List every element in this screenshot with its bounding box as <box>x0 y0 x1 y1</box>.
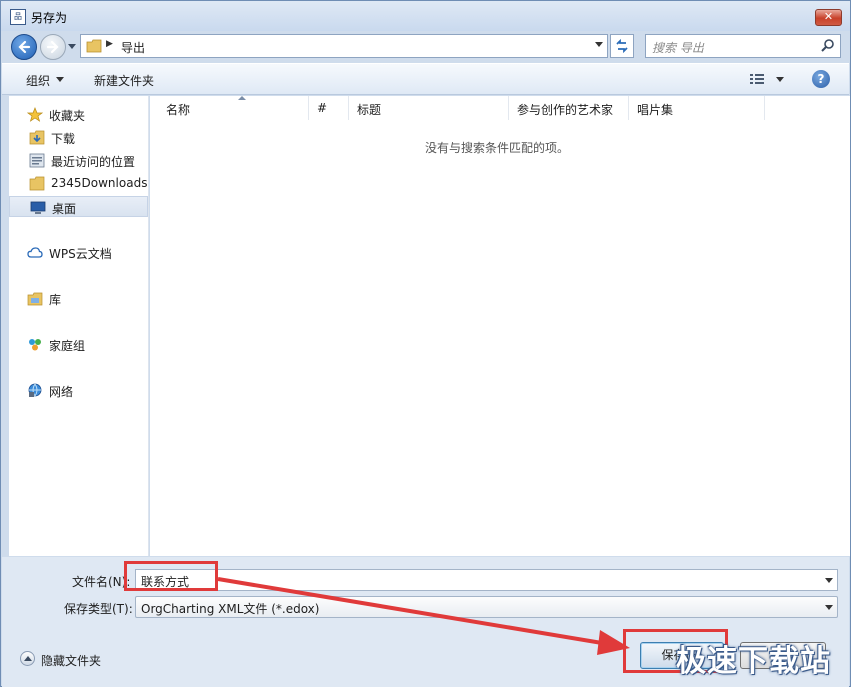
watermark-text: 极速下载站 <box>676 644 831 679</box>
annotation-arrow <box>217 577 630 655</box>
